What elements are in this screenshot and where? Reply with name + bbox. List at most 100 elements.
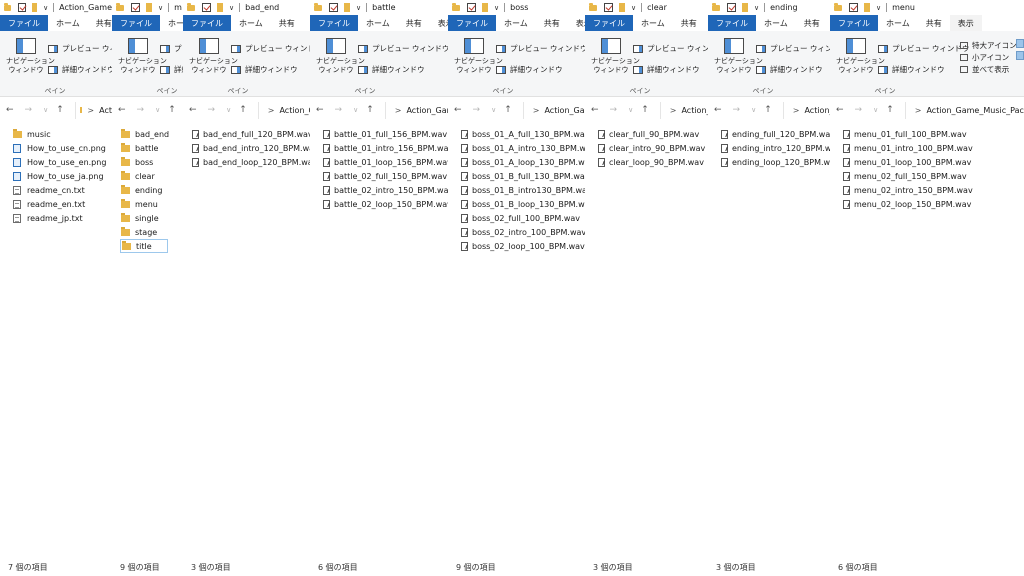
new-folder-icon[interactable]	[31, 3, 38, 12]
list-item[interactable]: menu_01_full_100_BPM.wav	[842, 127, 1022, 141]
list-item[interactable]: How_to_use_cn.png	[12, 141, 110, 155]
up-button[interactable]: ↑	[168, 105, 176, 115]
title-bar[interactable]: ∨ bad_end	[183, 0, 310, 15]
properties-check-icon[interactable]	[467, 3, 476, 12]
tab-home[interactable]: ホーム	[756, 15, 796, 31]
tab-home[interactable]: ホーム	[496, 15, 536, 31]
up-button[interactable]: ↑	[504, 105, 512, 115]
quick-access-dropdown-icon[interactable]: ∨	[876, 4, 881, 12]
title-bar[interactable]: ∨ menu	[830, 0, 1024, 15]
details-pane-button[interactable]: 詳細ウィンドウ	[878, 64, 945, 75]
navigation-pane-button[interactable]: ナビゲーション ウィンドウ	[454, 38, 503, 75]
properties-check-icon[interactable]	[202, 3, 211, 12]
up-button[interactable]: ↑	[764, 105, 772, 115]
list-item[interactable]: battle_02_intro_150_BPM.wav	[322, 183, 448, 197]
address-input[interactable]: > Action_	[782, 101, 830, 119]
list-item[interactable]: readme_en.txt	[12, 197, 110, 211]
preview-pane-button[interactable]: プレビュー ウィンドウ	[48, 43, 112, 54]
list-item[interactable]: boss_01_A_full_130_BPM.wav	[460, 127, 585, 141]
tab-home[interactable]: ホーム	[358, 15, 398, 31]
new-folder-icon[interactable]	[344, 3, 350, 12]
tab-home[interactable]: ホーム	[231, 15, 271, 31]
tab-share[interactable]: 共有	[796, 15, 828, 31]
forward-button[interactable]: →	[208, 105, 216, 115]
tab-share[interactable]: 共有	[673, 15, 705, 31]
tab-share[interactable]: 共有	[271, 15, 303, 31]
title-bar[interactable]: ∨ ending	[708, 0, 830, 15]
details-pane-button[interactable]: 詳細ウィンドウ	[756, 64, 823, 75]
properties-check-icon[interactable]	[329, 3, 338, 12]
breadcrumb-chevron-icon[interactable]: >	[268, 106, 275, 115]
tab-home[interactable]: ホーム	[48, 15, 88, 31]
recent-locations-button[interactable]: ∨	[43, 106, 48, 114]
breadcrumb[interactable]: Action_Gam	[406, 106, 448, 115]
list-item[interactable]: boss_02_intro_100_BPM.wav	[460, 225, 585, 239]
back-button[interactable]: ←	[316, 105, 324, 115]
list-item[interactable]: boss_01_B_intro130_BPM.wav	[460, 183, 585, 197]
back-button[interactable]: ←	[836, 105, 844, 115]
tab-file[interactable]: ファイル	[708, 15, 756, 31]
tab-view[interactable]: 表示	[949, 15, 982, 31]
up-button[interactable]: ↑	[366, 105, 374, 115]
list-item[interactable]: ending	[120, 183, 181, 197]
list-item[interactable]: title	[120, 239, 168, 253]
list-item[interactable]: battle_02_loop_150_BPM.wav	[322, 197, 448, 211]
properties-check-icon[interactable]	[727, 3, 736, 12]
new-folder-icon[interactable]	[146, 3, 152, 12]
navigation-pane-button[interactable]: ナビゲーション ウィンドウ	[316, 38, 365, 75]
list-item[interactable]: menu_01_loop_100_BPM.wav	[842, 155, 1022, 169]
tab-view[interactable]: 表示	[303, 15, 310, 31]
list-icon[interactable]	[1016, 51, 1024, 60]
breadcrumb-chevron-icon[interactable]: >	[533, 106, 540, 115]
list-item[interactable]: menu_02_intro_150_BPM.wav	[842, 183, 1022, 197]
preview-pane-button[interactable]: プレビュー ウィンドウ	[358, 43, 448, 54]
breadcrumb[interactable]: Action_G	[279, 106, 310, 115]
list-item[interactable]: boss_01_B_full_130_BPM.wav	[460, 169, 585, 183]
forward-button[interactable]: →	[25, 105, 33, 115]
preview-pane-button[interactable]: プレビュー ウィンドウ	[756, 43, 830, 54]
list-item[interactable]: menu_02_full_150_BPM.wav	[842, 169, 1022, 183]
properties-check-icon[interactable]	[849, 3, 858, 12]
forward-button[interactable]: →	[610, 105, 618, 115]
list-item[interactable]: readme_jp.txt	[12, 211, 110, 225]
address-input[interactable]: > Action_G	[257, 101, 310, 119]
new-folder-icon[interactable]	[619, 3, 625, 12]
list-item[interactable]: clear_intro_90_BPM.wav	[597, 141, 706, 155]
recent-locations-button[interactable]: ∨	[873, 106, 878, 114]
list-item[interactable]: bad_end_loop_120_BPM.wav	[191, 155, 310, 169]
navigation-pane-button[interactable]: ナビゲーション ウィンドウ	[836, 38, 885, 75]
list-item[interactable]: stage	[120, 225, 181, 239]
tab-view[interactable]: 表示	[430, 15, 448, 31]
list-item[interactable]: ending_intro_120_BPM.wav	[720, 141, 830, 155]
back-button[interactable]: ←	[714, 105, 722, 115]
tab-share[interactable]: 共有	[536, 15, 568, 31]
quick-access-dropdown-icon[interactable]: ∨	[356, 4, 361, 12]
quick-access-dropdown-icon[interactable]: ∨	[631, 4, 636, 12]
list-item[interactable]: battle_02_full_150_BPM.wav	[322, 169, 447, 183]
preview-pane-button[interactable]: プレビュー ウィンドウ	[633, 43, 708, 54]
tab-view[interactable]: 表示	[568, 15, 585, 31]
quick-access-dropdown-icon[interactable]: ∨	[43, 4, 48, 12]
back-button[interactable]: ←	[189, 105, 197, 115]
tiles-option[interactable]: 並べて表示	[960, 63, 1017, 75]
list-item[interactable]: How_to_use_ja.png	[12, 169, 110, 183]
list-item[interactable]: clear	[120, 169, 181, 183]
back-button[interactable]: ←	[591, 105, 599, 115]
quick-access-dropdown-icon[interactable]: ∨	[754, 4, 759, 12]
breadcrumb-chevron-icon[interactable]: >	[793, 106, 800, 115]
tab-file[interactable]: ファイル	[585, 15, 633, 31]
properties-check-icon[interactable]	[604, 3, 613, 12]
preview-pane-button[interactable]: プレビュー ウィンドウ	[231, 43, 310, 54]
large-icons-icon[interactable]	[1016, 39, 1024, 48]
breadcrumb[interactable]: Act	[99, 106, 112, 115]
recent-locations-button[interactable]: ∨	[353, 106, 358, 114]
tab-file[interactable]: ファイル	[448, 15, 496, 31]
list-item[interactable]: boss_01_A_intro_130_BPM.wav	[460, 141, 585, 155]
list-item[interactable]: ending_loop_120_BPM.wav	[720, 155, 830, 169]
extra-large-icons-option[interactable]: 特大アイコン	[960, 39, 1017, 51]
breadcrumb[interactable]: Action_Game_Music_Pack	[926, 106, 1024, 115]
navigation-pane-button[interactable]: ナビゲーション ウィンドウ	[714, 38, 763, 75]
tab-home[interactable]: ホーム	[633, 15, 673, 31]
list-item[interactable]: boss_01_B_loop_130_BPM.wav	[460, 197, 585, 211]
list-item[interactable]: battle_01_intro_156_BPM.wav	[322, 141, 448, 155]
